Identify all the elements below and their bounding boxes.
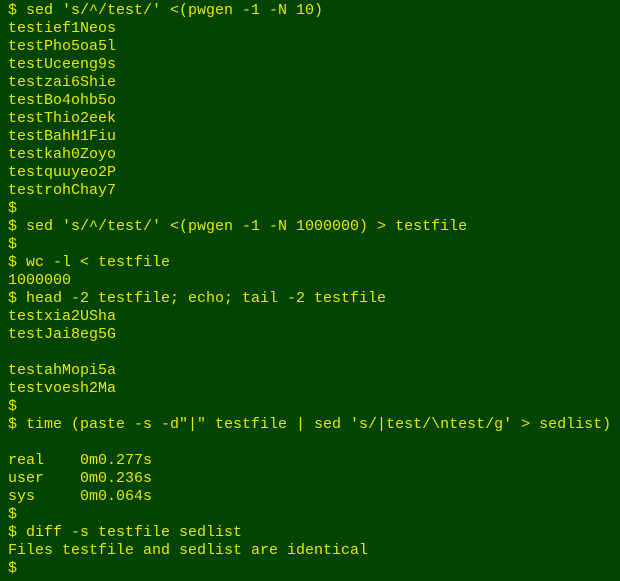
output-line: testxia2USha [8,308,117,325]
output-line: testUceeng9s [8,56,117,73]
output-line: testief1Neos [8,20,117,37]
command-line: $ [8,236,18,253]
output-line: testahMopi5a [8,362,117,379]
command-line: $ sed 's/^/test/' <(pwgen -1 -N 10) [8,2,324,19]
command-line: $ diff -s testfile sedlist [8,524,243,541]
output-line: testkah0Zoyo [8,146,117,163]
output-line: testrohChay7 [8,182,117,199]
terminal-output[interactable]: $ sed 's/^/test/' <(pwgen -1 -N 10) testi… [0,0,620,578]
command-line: $ sed 's/^/test/' <(pwgen -1 -N 1000000)… [8,218,468,235]
output-line: Files testfile and sedlist are identical [8,542,369,559]
output-line: testThio2eek [8,110,117,127]
command-line: $ time (paste -s -d"|" testfile | sed 's… [8,416,612,433]
output-line: testPho5oa5l [8,38,117,55]
command-line: $ wc -l < testfile [8,254,171,271]
output-line: testzai6Shie [8,74,117,91]
output-line: testBo4ohb5o [8,92,117,109]
command-line: $ [8,506,18,523]
command-line: $ [8,398,18,415]
command-line: $ head -2 testfile; echo; tail -2 testfi… [8,290,387,307]
output-line: real 0m0.277s [8,452,153,469]
output-line: user 0m0.236s [8,470,153,487]
command-line: $ [8,560,18,577]
output-line: testquuyeo2P [8,164,117,181]
output-line: sys 0m0.064s [8,488,153,505]
output-line: testJai8eg5G [8,326,117,343]
output-line: testvoesh2Ma [8,380,117,397]
output-line: testBahH1Fiu [8,128,117,145]
output-line: 1000000 [8,272,72,289]
command-line: $ [8,200,18,217]
